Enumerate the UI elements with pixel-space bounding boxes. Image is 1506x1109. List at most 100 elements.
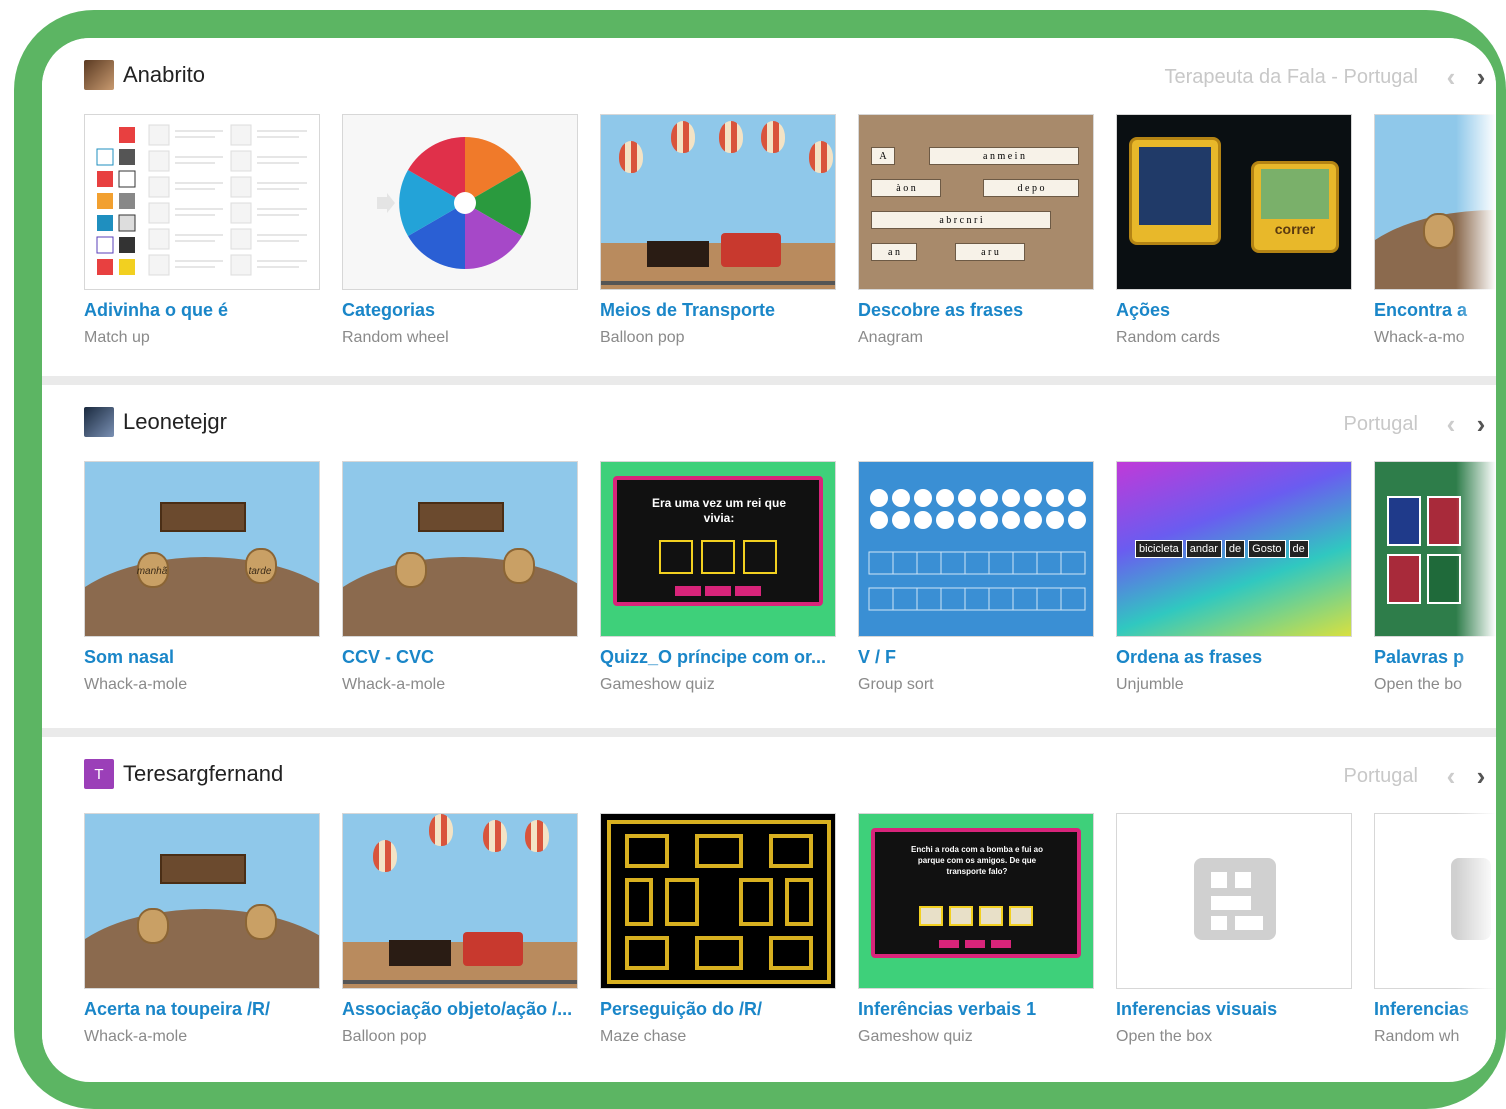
card-row: manhã tarde Som nasal Whack-a-mole CCV -… [84,461,1496,701]
quiz-question: Era uma vez um rei que vivia: [651,496,787,525]
owner-name[interactable]: Anabrito [123,62,205,88]
section-nav: Portugal ‹ › [1344,407,1497,441]
activity-card[interactable]: A a n m e i n à o n d e p o a b r c n r … [858,114,1094,347]
activity-list: Anabrito Terapeuta da Fala - Portugal ‹ … [42,38,1496,1082]
owner-tagline: Portugal [1343,764,1419,787]
owner-section-1: Anabrito Terapeuta da Fala - Portugal ‹ … [42,38,1496,376]
activity-type: Maze chase [600,1028,687,1045]
activity-card[interactable]: Associação objeto/ação /... Balloon pop [342,813,578,1046]
word-tile: de [1224,540,1246,558]
activity-title[interactable]: Perseguição do /R/ [600,999,836,1020]
activity-title[interactable]: Inferencias visuais [1116,999,1352,1020]
quiz-question: Enchi a roda com a bomba e fui ao parque… [910,845,1044,876]
activity-thumbnail[interactable]: correr [1116,114,1352,290]
activity-card[interactable]: Acerta na toupeira /R/ Whack-a-mole [84,813,320,1046]
activity-thumbnail[interactable] [600,813,836,989]
section-header: Leonetejgr [84,407,227,437]
mole-label: tarde [248,566,272,577]
activity-title[interactable]: CCV - CVC [342,647,578,668]
activity-title[interactable]: Ações [1116,300,1352,321]
chevron-left-icon[interactable]: ‹ [1436,60,1466,94]
activity-type: Whack-a-mole [84,1028,188,1045]
card-row: Acerta na toupeira /R/ Whack-a-mole Asso… [84,813,1496,1053]
activity-thumbnail[interactable] [342,461,578,637]
activity-type: Match up [84,329,150,346]
activity-title[interactable]: V / F [858,647,1094,668]
activity-type: Open the box [1116,1028,1213,1045]
activity-thumbnail[interactable] [342,114,578,290]
activity-thumbnail[interactable] [342,813,578,989]
activity-title[interactable]: Adivinha o que é [84,300,320,321]
activity-thumbnail[interactable]: A a n m e i n à o n d e p o a b r c n r … [858,114,1094,290]
owner-section-3: T Teresargfernand Portugal ‹ › Acerta na… [42,728,1496,1066]
activity-title[interactable]: Associação objeto/ação /... [342,999,578,1020]
activity-card[interactable]: Meios de Transporte Balloon pop [600,114,836,347]
activity-thumbnail[interactable] [1116,813,1352,989]
chevron-left-icon[interactable]: ‹ [1436,407,1466,441]
activity-card[interactable]: manhã tarde Som nasal Whack-a-mole [84,461,320,694]
row-fade [1456,114,1496,354]
owner-name[interactable]: Teresargfernand [123,761,283,787]
owner-name[interactable]: Leonetejgr [123,409,227,435]
owner-section-2: Leonetejgr Portugal ‹ › manhã tarde Som … [42,376,1496,714]
activity-type: Random wheel [342,329,449,346]
word-tile: de [1288,540,1309,558]
activity-card[interactable]: Inferencias visuais Open the box [1116,813,1352,1046]
activity-card[interactable]: Enchi a roda com a bomba e fui ao parque… [858,813,1094,1046]
activity-type: Random cards [1116,329,1221,346]
activity-thumbnail[interactable] [858,461,1094,637]
activity-card[interactable]: CCV - CVC Whack-a-mole [342,461,578,694]
activity-thumbnail[interactable]: manhã tarde [84,461,320,637]
activity-card[interactable]: Categorias Random wheel [342,114,578,347]
chevron-left-icon[interactable]: ‹ [1436,759,1466,793]
open-box-placeholder-icon [1194,858,1276,940]
mole-label: manhã [136,566,168,577]
activity-card[interactable]: correr Ações Random cards [1116,114,1352,347]
chevron-right-icon[interactable]: › [1466,407,1496,441]
activity-title[interactable]: Inferências verbais 1 [858,999,1094,1020]
activity-thumbnail[interactable] [84,813,320,989]
activity-title[interactable]: Quizz_O príncipe com or... [600,647,836,668]
avatar[interactable]: T [84,759,114,789]
avatar[interactable] [84,60,114,90]
activity-card[interactable]: Perseguição do /R/ Maze chase [600,813,836,1046]
activity-card[interactable]: Adivinha o que é Match up [84,114,320,347]
activity-title[interactable]: Ordena as frases [1116,647,1352,668]
activity-thumbnail[interactable]: Enchi a roda com a bomba e fui ao parque… [858,813,1094,989]
activity-type: Whack-a-mole [84,676,188,693]
activity-thumbnail[interactable]: Era uma vez um rei que vivia: [600,461,836,637]
owner-tagline: Portugal [1343,412,1419,435]
activity-title[interactable]: Meios de Transporte [600,300,836,321]
owner-tagline: Terapeuta da Fala - Portugal [1164,65,1419,88]
activity-card[interactable]: V / F Group sort [858,461,1094,694]
chevron-right-icon[interactable]: › [1466,60,1496,94]
card-word: correr [1274,221,1316,237]
activity-card[interactable]: Era uma vez um rei que vivia: Quizz_O pr… [600,461,836,694]
activity-type: Gameshow quiz [600,676,715,693]
avatar[interactable] [84,407,114,437]
activity-title[interactable]: Categorias [342,300,578,321]
activity-thumbnail[interactable] [600,114,836,290]
section-nav: Portugal ‹ › [1344,759,1497,793]
section-header: T Teresargfernand [84,759,283,789]
activity-type: Balloon pop [342,1028,427,1045]
activity-type: Anagram [858,329,923,346]
activity-title[interactable]: Descobre as frases [858,300,1094,321]
card-row: Adivinha o que é Match up Categorias Ran… [84,114,1496,354]
word-tile: bicicleta [1135,540,1183,558]
activity-type: Unjumble [1116,676,1184,693]
section-header: Anabrito [84,60,205,90]
activity-type: Whack-a-mole [342,676,446,693]
row-fade [1456,461,1496,701]
activity-type: Balloon pop [600,329,685,346]
activity-thumbnail[interactable]: bicicleta andar de Gosto de [1116,461,1352,637]
word-tile: andar [1185,540,1222,558]
activity-thumbnail[interactable] [84,114,320,290]
section-nav: Terapeuta da Fala - Portugal ‹ › [1165,60,1497,94]
activity-title[interactable]: Som nasal [84,647,320,668]
activity-card[interactable]: bicicleta andar de Gosto de Ordena as fr… [1116,461,1352,694]
activity-type: Group sort [858,676,934,693]
chevron-right-icon[interactable]: › [1466,759,1496,793]
activity-title[interactable]: Acerta na toupeira /R/ [84,999,320,1020]
activity-type: Gameshow quiz [858,1028,973,1045]
